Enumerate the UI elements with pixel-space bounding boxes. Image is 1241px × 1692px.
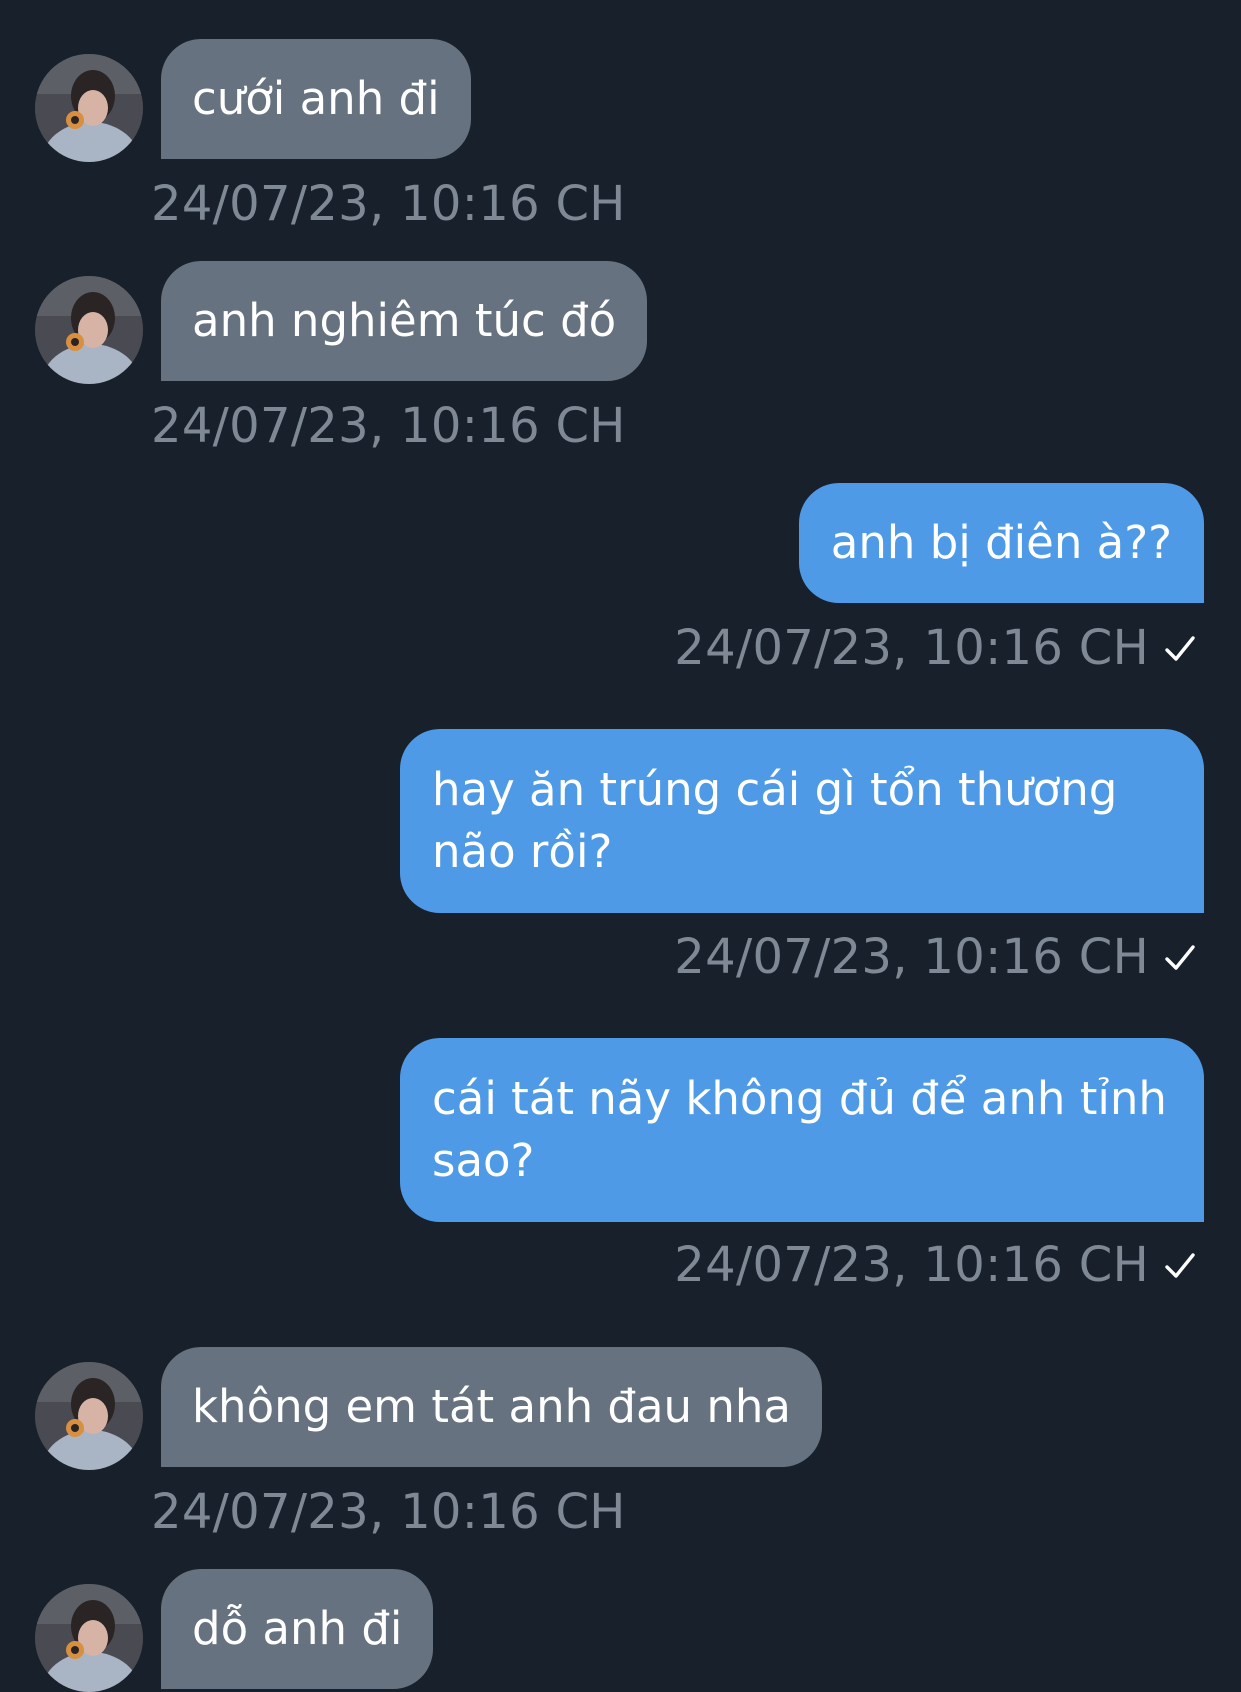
message-text: cái tát nãy không đủ để anh tỉnh sao? (432, 1072, 1167, 1187)
message-timestamp: 24/07/23, 10:16 CH (674, 620, 1149, 676)
checkmark-icon (1163, 941, 1197, 975)
message-timestamp: 24/07/23, 10:16 CH (151, 1484, 626, 1540)
avatar-photo (35, 276, 143, 384)
avatar-photo (35, 1362, 143, 1470)
message-bubble-outgoing[interactable]: anh bị điên à?? (798, 483, 1204, 603)
avatar-photo (35, 54, 143, 162)
message-timestamp: 24/07/23, 10:16 CH (151, 398, 626, 454)
message-bubble-incoming[interactable]: anh nghiêm túc đó (161, 261, 648, 381)
message-bubble-incoming[interactable]: không em tát anh đau nha (161, 1347, 822, 1467)
avatar[interactable] (35, 1584, 143, 1692)
message-timestamp-row: 24/07/23, 10:16 CH (674, 620, 1197, 676)
message-timestamp-row: 24/07/23, 10:16 CH (674, 1237, 1197, 1293)
avatar-photo (35, 1584, 143, 1692)
message-bubble-outgoing[interactable]: cái tát nãy không đủ để anh tỉnh sao? (400, 1038, 1204, 1222)
avatar[interactable] (35, 1362, 143, 1470)
message-timestamp: 24/07/23, 10:16 CH (674, 929, 1149, 985)
message-timestamp: 24/07/23, 10:16 CH (151, 176, 626, 232)
message-bubble-incoming[interactable]: cưới anh đi (161, 39, 471, 159)
message-bubble-outgoing[interactable]: hay ăn trúng cái gì tổn thương não rồi? (400, 729, 1204, 913)
message-text: hay ăn trúng cái gì tổn thương não rồi? (432, 763, 1118, 878)
message-bubble-incoming[interactable]: dỗ anh đi (161, 1569, 434, 1689)
message-text: không em tát anh đau nha (192, 1380, 791, 1433)
avatar[interactable] (35, 54, 143, 162)
message-text: cưới anh đi (192, 72, 440, 125)
message-text: anh bị điên à?? (830, 516, 1172, 569)
checkmark-icon (1163, 1249, 1197, 1283)
message-timestamp: 24/07/23, 10:16 CH (674, 1237, 1149, 1293)
avatar[interactable] (35, 276, 143, 384)
message-timestamp-row: 24/07/23, 10:16 CH (674, 929, 1197, 985)
message-text: anh nghiêm túc đó (192, 294, 617, 347)
checkmark-icon (1163, 632, 1197, 666)
message-text: dỗ anh đi (192, 1602, 403, 1655)
